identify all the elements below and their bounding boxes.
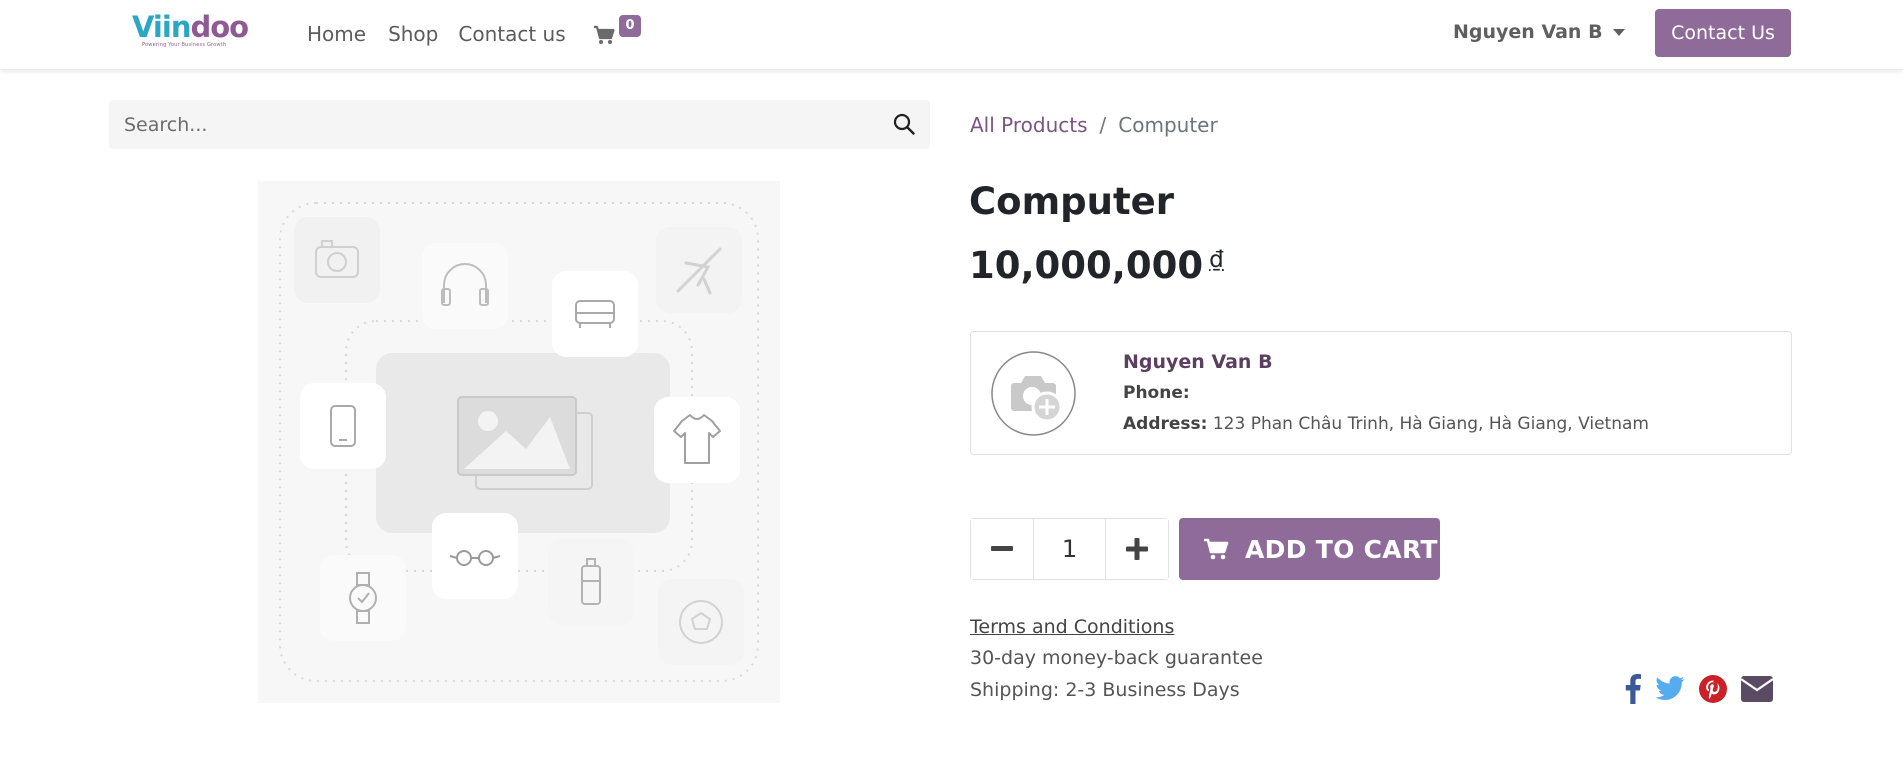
address-label: Address: bbox=[1123, 414, 1208, 434]
add-photo-icon[interactable] bbox=[991, 351, 1076, 436]
add-to-cart-label: ADD TO CART bbox=[1245, 534, 1438, 564]
nav-home-link[interactable]: Home bbox=[307, 21, 366, 47]
product-image-placeholder bbox=[258, 181, 780, 703]
contact-us-button[interactable]: Contact Us bbox=[1655, 9, 1791, 57]
email-icon[interactable] bbox=[1740, 676, 1774, 706]
cart-link[interactable]: 0 bbox=[593, 15, 643, 51]
pinterest-icon[interactable] bbox=[1699, 675, 1727, 707]
shopping-cart-icon bbox=[594, 25, 615, 44]
phone-label: Phone: bbox=[1123, 383, 1190, 403]
product-price: 10,000,000 ₫ bbox=[969, 244, 1224, 287]
glasses-icon bbox=[432, 513, 518, 599]
increase-quantity-button[interactable] bbox=[1105, 519, 1168, 579]
address-value: 123 Phan Châu Trinh, Hà Giang, Hà Giang,… bbox=[1212, 414, 1649, 434]
price-currency: ₫ bbox=[1209, 247, 1224, 273]
decrease-quantity-button[interactable] bbox=[971, 519, 1034, 579]
smartphone-icon bbox=[300, 383, 386, 469]
facebook-icon[interactable] bbox=[1625, 674, 1641, 708]
shipping-text: Shipping: 2-3 Business Days bbox=[970, 679, 1240, 701]
image-icon bbox=[457, 396, 593, 490]
product-title: Computer bbox=[969, 180, 1174, 223]
breadcrumb-all-products-link[interactable]: All Products bbox=[970, 113, 1088, 137]
breadcrumb-separator: / bbox=[1099, 113, 1107, 137]
user-menu-dropdown[interactable]: Nguyen Van B bbox=[1453, 21, 1625, 43]
seller-card: Nguyen Van B Phone: Address: 123 Phan Ch… bbox=[970, 331, 1792, 455]
user-name: Nguyen Van B bbox=[1453, 21, 1603, 43]
search-icon[interactable] bbox=[893, 113, 915, 139]
logo-text-part2: doo bbox=[190, 10, 249, 44]
plus-icon bbox=[1126, 538, 1148, 560]
share-buttons bbox=[1625, 674, 1774, 708]
chevron-down-icon bbox=[1612, 29, 1625, 36]
quantity-stepper bbox=[970, 518, 1169, 580]
nav-shop-link[interactable]: Shop bbox=[388, 21, 438, 47]
logo-tagline: Powering Your Business Growth bbox=[142, 42, 227, 48]
price-amount: 10,000,000 bbox=[969, 244, 1204, 287]
nav-contact-link[interactable]: Contact us bbox=[458, 21, 565, 47]
camera-icon bbox=[294, 217, 380, 303]
seller-name[interactable]: Nguyen Van B bbox=[1123, 351, 1273, 373]
seller-address: Address: 123 Phan Châu Trinh, Hà Giang, … bbox=[1123, 414, 1649, 434]
viindoo-logo[interactable]: Viindoo Powering Your Business Growth bbox=[132, 10, 249, 52]
breadcrumb-current: Computer bbox=[1118, 113, 1218, 137]
logo-wordmark: Viindoo bbox=[132, 10, 249, 44]
watch-icon bbox=[320, 555, 406, 641]
guarantee-text: 30-day money-back guarantee bbox=[970, 647, 1263, 669]
quantity-input[interactable] bbox=[1034, 519, 1105, 579]
twitter-icon[interactable] bbox=[1655, 676, 1685, 706]
top-navbar: Viindoo Powering Your Business Growth Ho… bbox=[0, 0, 1903, 70]
search-input[interactable] bbox=[124, 100, 844, 149]
tshirt-icon bbox=[654, 397, 740, 483]
terms-and-conditions-link[interactable]: Terms and Conditions bbox=[970, 616, 1174, 638]
bottle-icon bbox=[548, 539, 634, 625]
seller-phone: Phone: bbox=[1123, 383, 1190, 403]
airplane-icon bbox=[656, 227, 742, 313]
minus-icon bbox=[991, 546, 1013, 551]
main-nav: Home Shop Contact us bbox=[307, 21, 588, 47]
add-to-cart-button[interactable]: ADD TO CART bbox=[1179, 518, 1440, 580]
headphones-icon bbox=[422, 243, 508, 329]
breadcrumb: All Products / Computer bbox=[970, 113, 1218, 137]
logo-text-part1: Viin bbox=[132, 10, 191, 44]
soccer-ball-icon bbox=[658, 579, 744, 665]
product-search-bar bbox=[109, 100, 930, 149]
shopping-cart-icon bbox=[1204, 538, 1229, 560]
sofa-icon bbox=[552, 271, 638, 357]
cart-count-badge: 0 bbox=[619, 15, 641, 37]
